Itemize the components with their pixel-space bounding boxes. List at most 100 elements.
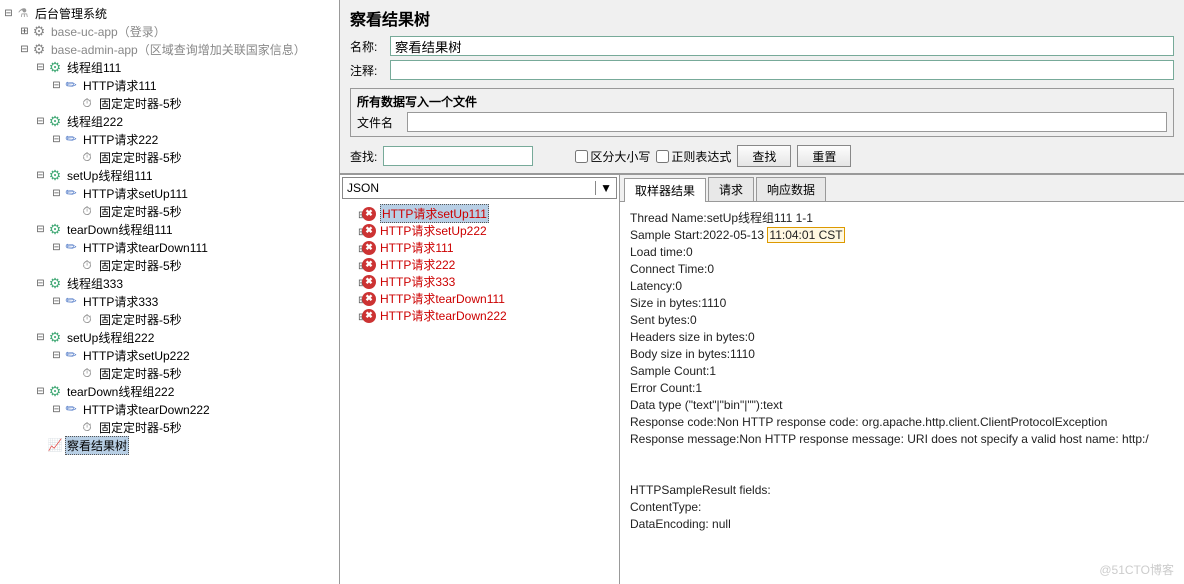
search-bar: 查找: 区分大小写 正则表达式 查找 重置 <box>340 139 1184 174</box>
toggle-collapse-icon[interactable]: ⊟ <box>52 296 60 307</box>
gear-icon: ⚙ <box>33 41 46 58</box>
http-icon: ✎ <box>62 75 81 94</box>
regex-checkbox-label[interactable]: 正则表达式 <box>656 148 731 165</box>
timer-icon: ⏱ <box>82 312 91 327</box>
toggle-collapse-icon[interactable]: ⊟ <box>52 134 60 145</box>
results-detail-panel: 取样器结果 请求 响应数据 Thread Name:setUp线程组111 1-… <box>620 175 1184 584</box>
tree-label: 线程组111 <box>65 59 123 76</box>
toggle-collapse-icon[interactable]: ⊟ <box>52 80 60 91</box>
result-item[interactable]: ⊞✖HTTP请求333 <box>344 273 615 290</box>
search-label: 查找: <box>350 148 377 165</box>
tree-root[interactable]: ⊟ ⚗ 后台管理系统 <box>4 4 335 22</box>
tree-item-tg3-timer[interactable]: ⏱ 固定定时器-5秒 <box>4 310 335 328</box>
tree-item-tg2[interactable]: ⊟⚙线程组222 <box>4 112 335 130</box>
tree-item-tg3-http[interactable]: ⊟✎HTTP请求333 <box>4 292 335 310</box>
toggle-collapse-icon[interactable]: ⊟ <box>36 386 44 397</box>
tree-item-setup1-timer[interactable]: ⏱固定定时器-5秒 <box>4 202 335 220</box>
tab-response[interactable]: 响应数据 <box>756 177 826 201</box>
result-item[interactable]: ⊞✖HTTP请求setUp222 <box>344 222 615 239</box>
toggle-collapse-icon[interactable]: ⊟ <box>36 170 44 181</box>
tree-item-setup1-http[interactable]: ⊟✎HTTP请求setUp111 <box>4 184 335 202</box>
toggle-collapse-icon[interactable]: ⊟ <box>52 350 60 361</box>
tree-item-teardown2-http[interactable]: ⊟✎HTTP请求tearDown222 <box>4 400 335 418</box>
http-icon: ✎ <box>62 129 81 148</box>
find-button[interactable]: 查找 <box>737 145 791 167</box>
tree-label: 后台管理系统 <box>33 5 109 22</box>
tree-label: 线程组333 <box>65 275 125 292</box>
tree-label: HTTP请求111 <box>81 77 159 94</box>
gear-icon: ⚙ <box>49 329 62 346</box>
toggle-collapse-icon[interactable]: ⊟ <box>36 116 44 127</box>
tree-item-tg2-timer[interactable]: ⏱固定定时器-5秒 <box>4 148 335 166</box>
detail-line: Sample Count:1 <box>630 363 1174 380</box>
tree-label: setUp线程组222 <box>65 329 156 346</box>
http-icon: ✎ <box>62 237 81 256</box>
tree-item-setup2[interactable]: ⊟ ⚙setUp线程组222 <box>4 328 335 346</box>
reset-button[interactable]: 重置 <box>797 145 851 167</box>
toggle-collapse-icon[interactable]: ⊟ <box>52 242 60 253</box>
result-item[interactable]: ⊞✖HTTP请求tearDown111 <box>344 290 615 307</box>
toggle-collapse-icon[interactable]: ⊟ <box>20 44 28 55</box>
search-input[interactable] <box>383 146 533 166</box>
error-icon: ✖ <box>362 224 376 238</box>
tree-label: 固定定时器-5秒 <box>97 203 184 220</box>
tree-item-teardown2[interactable]: ⊟⚙tearDown线程组222 <box>4 382 335 400</box>
result-label: HTTP请求tearDown111 <box>380 290 505 307</box>
detail-line: DataEncoding: null <box>630 516 1174 533</box>
tab-request[interactable]: 请求 <box>708 177 754 201</box>
tree-item-tg2-http[interactable]: ⊟✎HTTP请求222 <box>4 130 335 148</box>
tree-label: HTTP请求setUp222 <box>81 347 192 364</box>
toggle-collapse-icon[interactable]: ⊟ <box>36 278 44 289</box>
tree-item-tg1-timer[interactable]: ⏱固定定时器-5秒 <box>4 94 335 112</box>
tree-label: 固定定时器-5秒 <box>97 311 184 328</box>
toggle-expand-icon[interactable]: ⊞ <box>20 26 28 37</box>
tree-label: HTTP请求setUp111 <box>81 185 190 202</box>
tree-label: HTTP请求333 <box>81 293 160 310</box>
tree-item-teardown1-timer[interactable]: ⏱固定定时器-5秒 <box>4 256 335 274</box>
tree-item-teardown2-timer[interactable]: ⏱固定定时器-5秒 <box>4 418 335 436</box>
tree-item-setup1[interactable]: ⊟⚙setUp线程组111 <box>4 166 335 184</box>
file-label: 文件名 <box>357 114 407 131</box>
toggle-collapse-icon[interactable]: ⊟ <box>36 62 44 73</box>
tree-item-tg1-http[interactable]: ⊟✎HTTP请求111 <box>4 76 335 94</box>
gear-icon: ⚙ <box>49 275 62 292</box>
tab-sampler-result[interactable]: 取样器结果 <box>624 178 706 202</box>
toggle-collapse-icon[interactable]: ⊟ <box>36 224 44 235</box>
tree-item-tg1[interactable]: ⊟⚙线程组111 <box>4 58 335 76</box>
case-checkbox[interactable] <box>575 150 588 163</box>
error-icon: ✖ <box>362 275 376 289</box>
toggle-collapse-icon[interactable]: ⊟ <box>52 404 60 415</box>
renderer-dropdown[interactable]: JSON ▼ <box>342 177 617 199</box>
detail-line: Headers size in bytes:0 <box>630 329 1174 346</box>
error-icon: ✖ <box>362 292 376 306</box>
tree-item-tg3[interactable]: ⊟ ⚙线程组333 <box>4 274 335 292</box>
result-item[interactable]: ⊞✖HTTP请求tearDown222 <box>344 307 615 324</box>
notes-input[interactable] <box>390 60 1174 80</box>
result-label: HTTP请求tearDown222 <box>380 307 507 324</box>
gear-icon: ⚙ <box>33 23 46 40</box>
tree-item-teardown1[interactable]: ⊟⚙tearDown线程组111 <box>4 220 335 238</box>
tree-label: HTTP请求222 <box>81 131 160 148</box>
result-item[interactable]: ⊞✖HTTP请求setUp111 <box>344 205 615 222</box>
tree-item-teardown1-http[interactable]: ⊟✎HTTP请求tearDown111 <box>4 238 335 256</box>
tree-item-setup2-timer[interactable]: ⏱固定定时器-5秒 <box>4 364 335 382</box>
name-input[interactable] <box>390 36 1174 56</box>
tree-item-baseadmin[interactable]: ⊟ ⚙ base-admin-app（区域查询增加关联国家信息） <box>4 40 335 58</box>
regex-checkbox[interactable] <box>656 150 669 163</box>
detail-line: Connect Time:0 <box>630 261 1174 278</box>
case-checkbox-label[interactable]: 区分大小写 <box>575 148 650 165</box>
result-item[interactable]: ⊞✖HTTP请求111 <box>344 239 615 256</box>
result-label: HTTP请求setUp111 <box>380 204 489 223</box>
result-item[interactable]: ⊞✖HTTP请求222 <box>344 256 615 273</box>
filename-input[interactable] <box>407 112 1167 132</box>
tree-item-setup2-http[interactable]: ⊟✎HTTP请求setUp222 <box>4 346 335 364</box>
toggle-collapse-icon[interactable]: ⊟ <box>52 188 60 199</box>
tree-item-viewresults[interactable]: 📈察看结果树 <box>4 436 335 454</box>
gear-icon: ⚙ <box>49 167 62 184</box>
toggle-collapse-icon[interactable]: ⊟ <box>4 8 12 19</box>
name-label: 名称: <box>350 38 390 55</box>
tree-item-baseuc[interactable]: ⊞ ⚙ base-uc-app（登录） <box>4 22 335 40</box>
detail-line: Thread Name:setUp线程组111 1-1 <box>630 210 1174 227</box>
timer-icon: ⏱ <box>82 150 91 165</box>
toggle-collapse-icon[interactable]: ⊟ <box>36 332 44 343</box>
